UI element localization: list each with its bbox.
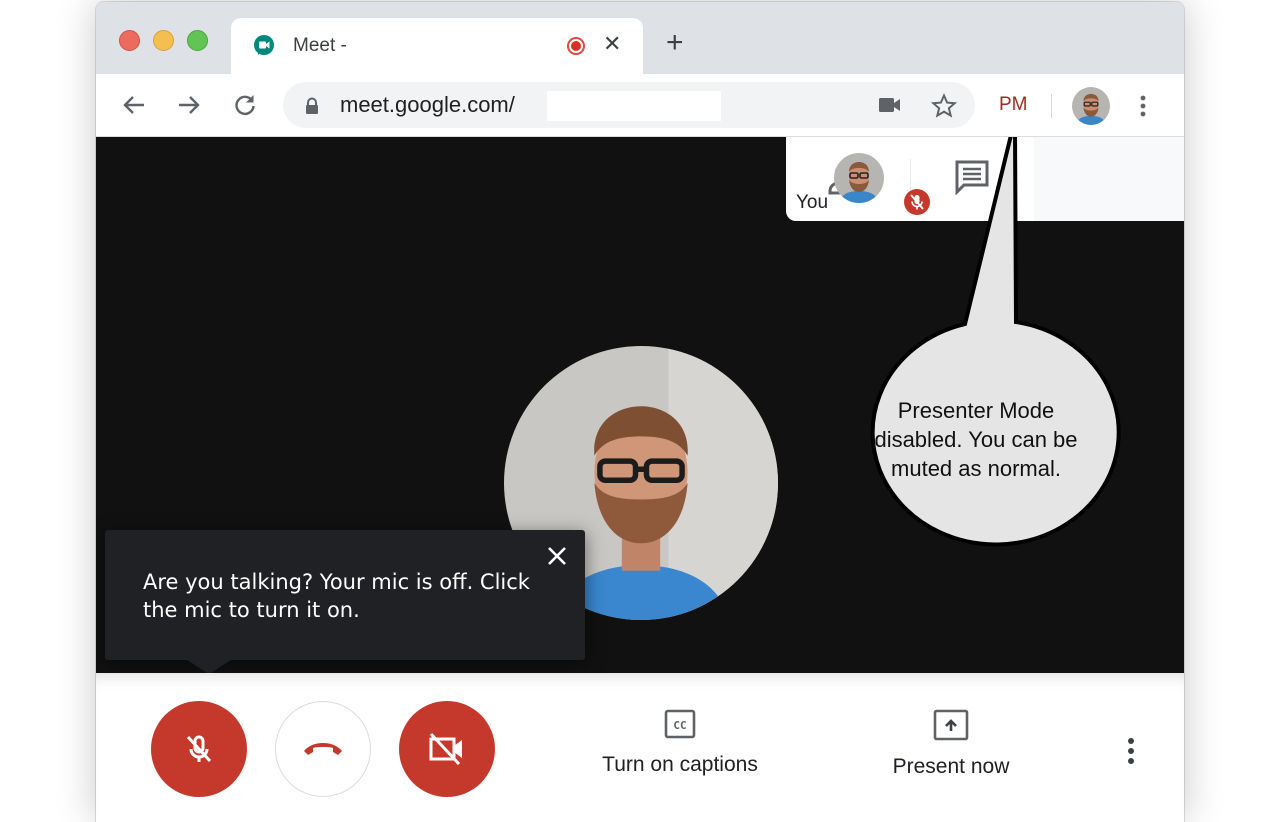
closed-captions-icon: CC: [664, 709, 696, 739]
mic-off-tooltip: Are you talking? Your mic is off. Click …: [105, 530, 585, 674]
self-label: You: [796, 192, 829, 213]
camera-toggle-button[interactable]: [399, 701, 495, 797]
profile-photo: [1072, 87, 1110, 125]
self-mic-off-badge: [904, 189, 930, 215]
callout-text: Presenter Mode disabled. You can be mute…: [874, 398, 1078, 481]
google-meet-icon: [254, 35, 274, 55]
presenter-mode-extension-button[interactable]: PM: [999, 94, 1028, 116]
plus-icon[interactable]: +: [666, 28, 684, 58]
browser-toolbar: meet.google.com/ PM: [96, 74, 1184, 137]
meeting-stage: 1 You: [96, 137, 1184, 674]
mic-off-icon: [910, 194, 924, 210]
close-window-button[interactable]: [119, 30, 140, 51]
browser-window: Meet - ✕ + meet.google.com/ PM You Prese…: [96, 2, 1184, 822]
svg-text:CC: CC: [673, 719, 686, 732]
tooltip-text: Are you talking? Your mic is off. Click …: [143, 570, 530, 622]
meeting-top-panel: 1 You: [786, 137, 1184, 221]
minimize-window-button[interactable]: [153, 30, 174, 51]
present-now-button[interactable]: Present now: [866, 709, 1036, 779]
star-icon[interactable]: [931, 93, 957, 119]
close-icon[interactable]: [545, 544, 569, 568]
reload-icon[interactable]: [231, 91, 259, 119]
chat-icon[interactable]: [954, 159, 990, 195]
camera-off-icon: [429, 732, 462, 766]
url-text[interactable]: meet.google.com/: [340, 92, 515, 118]
browser-tab[interactable]: Meet - ✕: [231, 18, 643, 74]
arrow-left-icon[interactable]: [120, 91, 148, 119]
hangup-icon: [304, 743, 342, 755]
present-now-label: Present now: [892, 755, 1010, 778]
meeting-controls-bar: CC Turn on captions Present now: [96, 673, 1184, 813]
more-options-icon[interactable]: [1127, 737, 1135, 765]
lock-icon: [306, 97, 318, 114]
tab-close-icon[interactable]: ✕: [603, 32, 621, 56]
tooltip-arrow: [187, 660, 231, 674]
present-screen-icon: [933, 709, 969, 741]
url-redaction: [547, 91, 721, 121]
self-view-pane[interactable]: [1034, 137, 1184, 221]
tab-title: Meet -: [293, 35, 347, 56]
arrow-right-icon[interactable]: [175, 91, 203, 119]
camera-icon[interactable]: [878, 96, 902, 114]
title-bar: Meet - ✕ +: [96, 2, 1184, 74]
captions-label: Turn on captions: [602, 753, 758, 776]
mic-off-icon: [186, 735, 212, 763]
self-avatar: [834, 153, 884, 203]
more-vert-icon[interactable]: [1139, 94, 1147, 118]
toolbar-divider: [1051, 94, 1052, 118]
recording-dot-icon: [567, 37, 585, 55]
maximize-window-button[interactable]: [187, 30, 208, 51]
mic-toggle-button[interactable]: [151, 701, 247, 797]
profile-avatar[interactable]: [1072, 87, 1110, 125]
hangup-button[interactable]: [275, 701, 371, 797]
captions-button[interactable]: CC Turn on captions: [590, 709, 770, 777]
address-bar[interactable]: meet.google.com/: [283, 82, 975, 128]
